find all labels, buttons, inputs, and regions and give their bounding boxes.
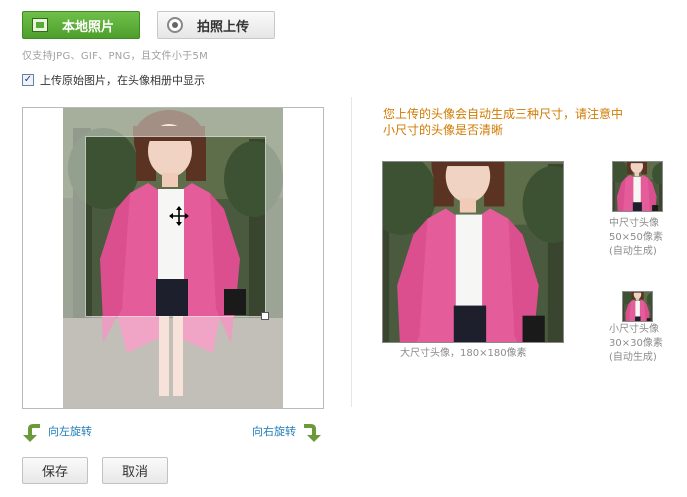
show-original-option[interactable]: ✓ 上传原始图片，在头像相册中显示 — [22, 72, 205, 88]
camera-upload-label: 拍照上传 — [197, 19, 250, 35]
small-avatar-preview — [622, 291, 653, 322]
camera-upload-button[interactable]: 拍照上传 — [157, 11, 275, 39]
rotate-right-label: 向右旋转 — [252, 425, 296, 438]
panel-divider — [351, 97, 352, 407]
size-notice: 您上传的头像会自动生成三种尺寸，请注意中小尺寸的头像是否清晰 — [383, 107, 624, 137]
show-original-checkbox[interactable]: ✓ — [22, 74, 34, 86]
large-avatar-preview — [382, 161, 564, 343]
rotate-left-button[interactable]: 向左旋转 — [22, 420, 92, 442]
save-button[interactable]: 保存 — [22, 457, 88, 484]
medium-avatar-caption: 中尺寸头像 50×50像素 (自动生成) — [609, 218, 663, 257]
small-avatar-caption: 小尺寸头像 30×30像素 (自动生成) — [609, 324, 663, 363]
rotate-right-button[interactable]: 向右旋转 — [252, 420, 322, 442]
rotate-left-label: 向左旋转 — [48, 425, 92, 438]
crop-area[interactable] — [22, 107, 324, 409]
image-upload-icon — [32, 18, 48, 32]
local-photo-label: 本地照片 — [62, 19, 115, 35]
crop-resize-handle[interactable] — [261, 312, 269, 320]
medium-avatar-preview — [612, 161, 663, 212]
webcam-icon — [167, 17, 183, 33]
rotate-left-arrow-icon — [23, 424, 40, 442]
cancel-button[interactable]: 取消 — [102, 457, 168, 484]
local-photo-button[interactable]: 本地照片 — [22, 11, 140, 39]
large-avatar-caption: 大尺寸头像，180×180像素 — [400, 348, 527, 359]
file-format-hint: 仅支持JPG、GIF、PNG，且文件小于5M — [22, 51, 209, 62]
rotate-right-arrow-icon — [304, 424, 321, 442]
move-cursor-icon[interactable] — [168, 205, 190, 227]
show-original-label: 上传原始图片，在头像相册中显示 — [40, 74, 205, 87]
